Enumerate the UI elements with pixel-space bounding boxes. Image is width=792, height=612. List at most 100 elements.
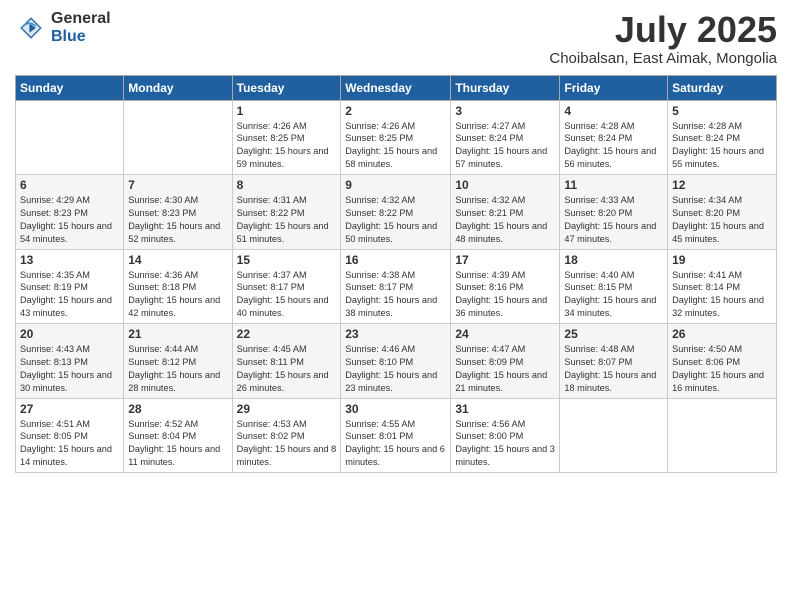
day-number: 3 (455, 104, 555, 118)
day-info: Sunrise: 4:32 AM Sunset: 8:21 PM Dayligh… (455, 194, 555, 246)
day-number: 6 (20, 178, 119, 192)
day-number: 25 (564, 327, 663, 341)
month-title: July 2025 (549, 10, 777, 50)
logo: General Blue (15, 10, 111, 45)
calendar-cell: 18Sunrise: 4:40 AM Sunset: 8:15 PM Dayli… (560, 249, 668, 324)
day-info: Sunrise: 4:52 AM Sunset: 8:04 PM Dayligh… (128, 418, 227, 470)
day-number: 16 (345, 253, 446, 267)
calendar-cell: 14Sunrise: 4:36 AM Sunset: 8:18 PM Dayli… (124, 249, 232, 324)
day-number: 7 (128, 178, 227, 192)
calendar-cell (668, 398, 777, 473)
day-number: 15 (237, 253, 337, 267)
calendar-cell (560, 398, 668, 473)
calendar-cell: 8Sunrise: 4:31 AM Sunset: 8:22 PM Daylig… (232, 175, 341, 250)
calendar-cell: 1 Sunrise: 4:26 AM Sunset: 8:25 PM Daylig… (232, 100, 341, 175)
day-info: Sunrise: 4:33 AM Sunset: 8:20 PM Dayligh… (564, 194, 663, 246)
logo-text: General Blue (51, 10, 111, 45)
calendar-cell: 16Sunrise: 4:38 AM Sunset: 8:17 PM Dayli… (341, 249, 451, 324)
day-number: 23 (345, 327, 446, 341)
calendar-cell: 5 Sunrise: 4:28 AM Sunset: 8:24 PM Daylig… (668, 100, 777, 175)
day-info: Sunrise: 4:55 AM Sunset: 8:01 PM Dayligh… (345, 418, 446, 470)
calendar-cell: 15 Sunrise: 4:37 AM Sunset: 8:17 PM Dayli… (232, 249, 341, 324)
day-info: Sunrise: 4:41 AM Sunset: 8:14 PM Dayligh… (672, 269, 772, 321)
day-info: Sunrise: 4:48 AM Sunset: 8:07 PM Dayligh… (564, 343, 663, 395)
day-info: Sunrise: 4:32 AM Sunset: 8:22 PM Dayligh… (345, 194, 446, 246)
day-info: Sunrise: 4:26 AM Sunset: 8:25 PM Dayligh… (345, 120, 446, 172)
calendar-cell: 17Sunrise: 4:39 AM Sunset: 8:16 PM Dayli… (451, 249, 560, 324)
calendar-cell: 20 Sunrise: 4:43 AM Sunset: 8:13 PM Dayli… (16, 324, 124, 399)
logo-blue-text: Blue (51, 28, 111, 46)
day-info: Sunrise: 4:45 AM Sunset: 8:11 PM Dayligh… (237, 343, 337, 395)
day-info: Sunrise: 4:37 AM Sunset: 8:17 PM Dayligh… (237, 269, 337, 321)
day-number: 30 (345, 402, 446, 416)
page: General Blue July 2025 Choibalsan, East … (0, 0, 792, 612)
calendar-week-row: 13 Sunrise: 4:35 AM Sunset: 8:19 PM Dayli… (16, 249, 777, 324)
calendar-cell: 3 Sunrise: 4:27 AM Sunset: 8:24 PM Daylig… (451, 100, 560, 175)
calendar-cell (124, 100, 232, 175)
weekday-header-friday: Friday (560, 75, 668, 100)
weekday-header-sunday: Sunday (16, 75, 124, 100)
day-info: Sunrise: 4:34 AM Sunset: 8:20 PM Dayligh… (672, 194, 772, 246)
day-number: 1 (237, 104, 337, 118)
weekday-header-thursday: Thursday (451, 75, 560, 100)
calendar-cell: 2 Sunrise: 4:26 AM Sunset: 8:25 PM Daylig… (341, 100, 451, 175)
calendar-header-row: SundayMondayTuesdayWednesdayThursdayFrid… (16, 75, 777, 100)
day-number: 8 (237, 178, 337, 192)
day-info: Sunrise: 4:26 AM Sunset: 8:25 PM Dayligh… (237, 120, 337, 172)
day-info: Sunrise: 4:29 AM Sunset: 8:23 PM Dayligh… (20, 194, 119, 246)
day-number: 20 (20, 327, 119, 341)
day-info: Sunrise: 4:30 AM Sunset: 8:23 PM Dayligh… (128, 194, 227, 246)
day-number: 11 (564, 178, 663, 192)
day-number: 13 (20, 253, 119, 267)
day-info: Sunrise: 4:43 AM Sunset: 8:13 PM Dayligh… (20, 343, 119, 395)
calendar-cell: 28 Sunrise: 4:52 AM Sunset: 8:04 PM Dayli… (124, 398, 232, 473)
day-number: 2 (345, 104, 446, 118)
day-number: 24 (455, 327, 555, 341)
day-info: Sunrise: 4:56 AM Sunset: 8:00 PM Dayligh… (455, 418, 555, 470)
day-number: 21 (128, 327, 227, 341)
day-number: 31 (455, 402, 555, 416)
day-info: Sunrise: 4:53 AM Sunset: 8:02 PM Dayligh… (237, 418, 337, 470)
day-info: Sunrise: 4:27 AM Sunset: 8:24 PM Dayligh… (455, 120, 555, 172)
day-number: 4 (564, 104, 663, 118)
calendar-cell: 25 Sunrise: 4:48 AM Sunset: 8:07 PM Dayli… (560, 324, 668, 399)
calendar-cell: 30 Sunrise: 4:55 AM Sunset: 8:01 PM Dayli… (341, 398, 451, 473)
calendar-cell: 12 Sunrise: 4:34 AM Sunset: 8:20 PM Dayli… (668, 175, 777, 250)
day-number: 14 (128, 253, 227, 267)
weekday-header-saturday: Saturday (668, 75, 777, 100)
day-info: Sunrise: 4:47 AM Sunset: 8:09 PM Dayligh… (455, 343, 555, 395)
calendar-week-row: 6 Sunrise: 4:29 AM Sunset: 8:23 PM Daylig… (16, 175, 777, 250)
day-number: 18 (564, 253, 663, 267)
day-info: Sunrise: 4:44 AM Sunset: 8:12 PM Dayligh… (128, 343, 227, 395)
day-number: 29 (237, 402, 337, 416)
logo-general-text: General (51, 10, 111, 28)
weekday-header-tuesday: Tuesday (232, 75, 341, 100)
calendar-cell: 27Sunrise: 4:51 AM Sunset: 8:05 PM Dayli… (16, 398, 124, 473)
day-number: 12 (672, 178, 772, 192)
day-info: Sunrise: 4:39 AM Sunset: 8:16 PM Dayligh… (455, 269, 555, 321)
day-info: Sunrise: 4:28 AM Sunset: 8:24 PM Dayligh… (672, 120, 772, 172)
day-number: 5 (672, 104, 772, 118)
location: Choibalsan, East Aimak, Mongolia (549, 50, 777, 67)
title-area: July 2025 Choibalsan, East Aimak, Mongol… (549, 10, 777, 67)
day-number: 22 (237, 327, 337, 341)
calendar-cell: 7 Sunrise: 4:30 AM Sunset: 8:23 PM Daylig… (124, 175, 232, 250)
calendar-cell (16, 100, 124, 175)
calendar-cell: 6 Sunrise: 4:29 AM Sunset: 8:23 PM Daylig… (16, 175, 124, 250)
calendar-week-row: 1 Sunrise: 4:26 AM Sunset: 8:25 PM Daylig… (16, 100, 777, 175)
day-number: 9 (345, 178, 446, 192)
calendar-cell: 26Sunrise: 4:50 AM Sunset: 8:06 PM Dayli… (668, 324, 777, 399)
calendar-cell: 10Sunrise: 4:32 AM Sunset: 8:21 PM Dayli… (451, 175, 560, 250)
weekday-header-monday: Monday (124, 75, 232, 100)
calendar-week-row: 27Sunrise: 4:51 AM Sunset: 8:05 PM Dayli… (16, 398, 777, 473)
day-info: Sunrise: 4:35 AM Sunset: 8:19 PM Dayligh… (20, 269, 119, 321)
calendar-cell: 23 Sunrise: 4:46 AM Sunset: 8:10 PM Dayli… (341, 324, 451, 399)
day-info: Sunrise: 4:46 AM Sunset: 8:10 PM Dayligh… (345, 343, 446, 395)
calendar-cell: 29 Sunrise: 4:53 AM Sunset: 8:02 PM Dayli… (232, 398, 341, 473)
calendar-cell: 24 Sunrise: 4:47 AM Sunset: 8:09 PM Dayli… (451, 324, 560, 399)
header: General Blue July 2025 Choibalsan, East … (15, 10, 777, 67)
calendar-cell: 4Sunrise: 4:28 AM Sunset: 8:24 PM Daylig… (560, 100, 668, 175)
calendar-cell: 22 Sunrise: 4:45 AM Sunset: 8:11 PM Dayli… (232, 324, 341, 399)
day-number: 28 (128, 402, 227, 416)
calendar-cell: 31 Sunrise: 4:56 AM Sunset: 8:00 PM Dayli… (451, 398, 560, 473)
